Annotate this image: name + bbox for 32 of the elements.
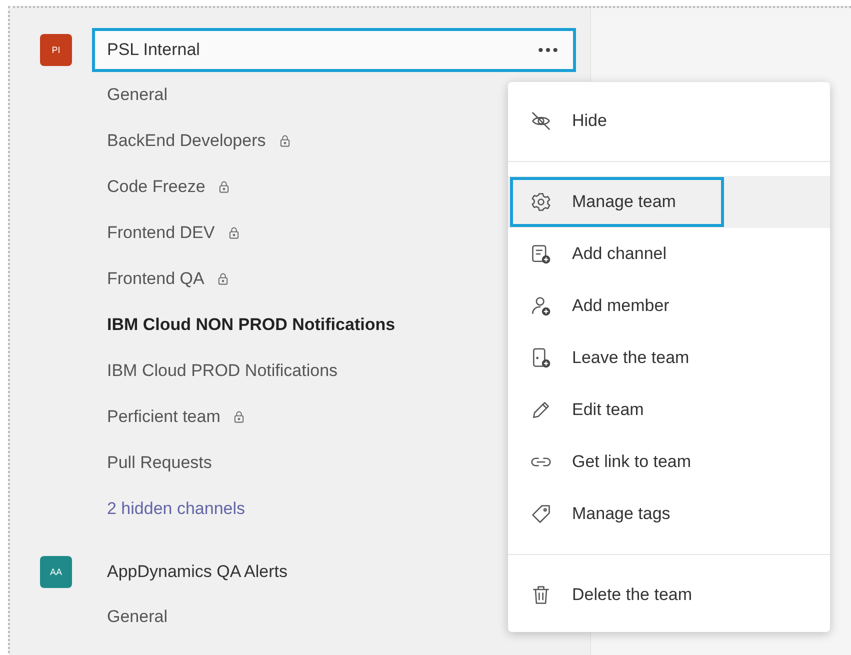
menu-item[interactable]: Manage team — [508, 176, 830, 228]
pencil-icon — [530, 399, 552, 421]
channel-item[interactable]: IBM Cloud PROD Notifications — [107, 361, 338, 381]
menu-item[interactable]: Add member — [508, 280, 830, 332]
channel-item[interactable]: Perficient team — [107, 407, 220, 427]
eye-slash-icon — [530, 110, 552, 132]
channel-item[interactable]: Code Freeze — [107, 177, 206, 197]
channel-add-icon — [530, 243, 552, 265]
menu-item[interactable]: Delete the team — [508, 569, 830, 621]
menu-item[interactable]: Get link to team — [508, 436, 830, 488]
team-header[interactable]: PSL Internal — [92, 28, 576, 72]
menu-item[interactable]: Leave the team — [508, 332, 830, 384]
tag-icon — [530, 503, 552, 525]
menu-item[interactable]: Manage tags — [508, 488, 830, 540]
channel-item[interactable]: BackEnd Developers — [107, 131, 266, 151]
trash-icon — [530, 584, 552, 606]
channel-item[interactable]: General — [107, 85, 168, 105]
channel-item[interactable]: Pull Requests — [107, 453, 212, 473]
menu-item[interactable]: Hide — [508, 95, 830, 147]
team-avatar: AA — [40, 556, 72, 588]
team-avatar: PI — [40, 34, 72, 66]
channel-item[interactable]: Frontend DEV — [107, 223, 215, 243]
menu-item[interactable]: Edit team — [508, 384, 830, 436]
channel-item[interactable]: General — [107, 607, 168, 627]
person-add-icon — [530, 295, 552, 317]
channel-item[interactable]: Frontend QA — [107, 269, 204, 289]
more-icon — [537, 46, 559, 54]
gear-icon — [530, 191, 552, 213]
door-leave-icon — [530, 347, 552, 369]
menu-item[interactable]: Add channel — [508, 228, 830, 280]
hidden-channels-link[interactable]: 2 hidden channels — [107, 499, 246, 519]
channel-item[interactable]: IBM Cloud NON PROD Notifications — [107, 315, 396, 335]
